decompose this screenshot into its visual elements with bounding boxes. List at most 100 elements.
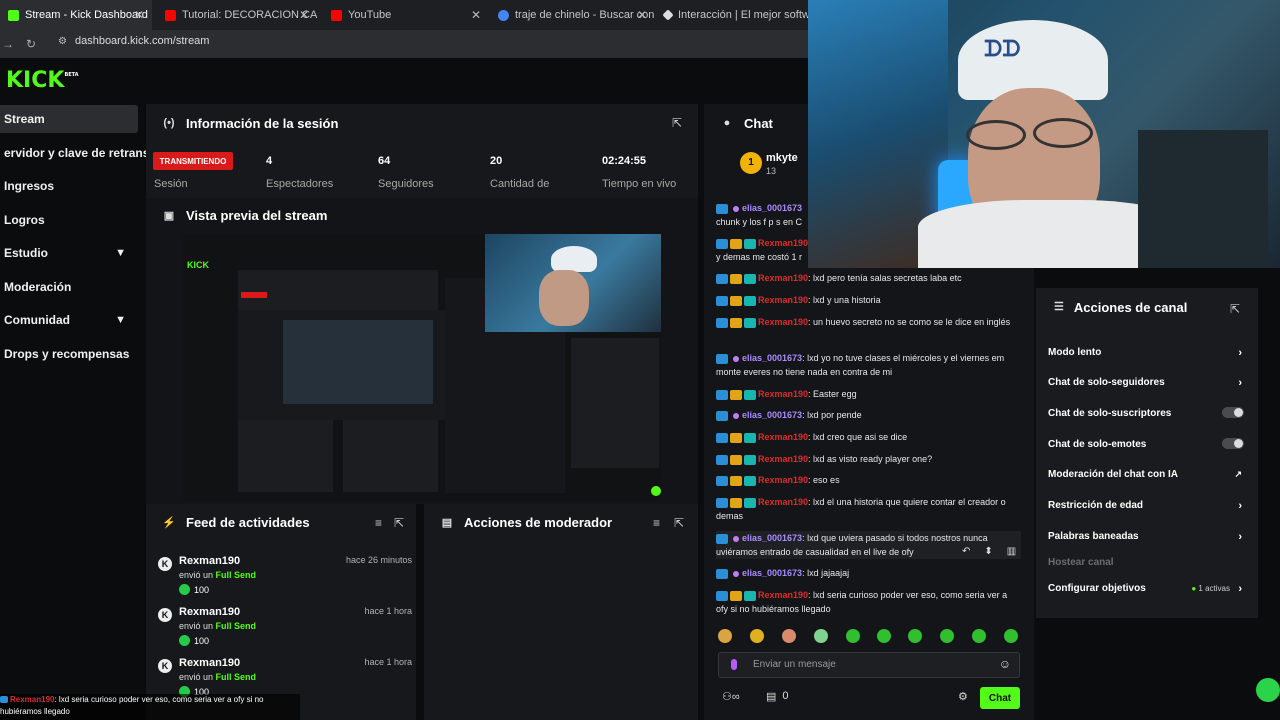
chat-user[interactable]: Rexman190 — [758, 497, 808, 507]
action-slow-mode[interactable]: Modo lento › — [1048, 347, 1248, 359]
nav-label: Drops y recompensas — [4, 347, 130, 361]
emote-icon[interactable] — [972, 629, 986, 643]
filter-icon[interactable]: ≡ — [375, 516, 382, 530]
nav-item-stream[interactable]: Stream — [0, 105, 138, 133]
chat-settings-icon[interactable]: ⚙ — [958, 690, 968, 703]
url-field[interactable]: ⚙ dashboard.kick.com/stream — [58, 35, 209, 47]
preview-actions-column — [571, 338, 659, 468]
youtube-favicon-icon — [331, 9, 342, 21]
chat-user[interactable]: Rexman190 — [758, 454, 808, 464]
kick-favicon-icon — [8, 9, 19, 21]
site-settings-icon[interactable]: ⚙ — [58, 36, 67, 47]
emote-icon[interactable] — [940, 629, 954, 643]
badge-icon — [716, 203, 728, 214]
reload-icon[interactable]: ↻ — [26, 37, 36, 51]
emote-icon[interactable] — [908, 629, 922, 643]
mic-icon[interactable] — [731, 659, 737, 670]
chat-message: elias_0001673: lxd por pende — [716, 408, 1021, 422]
popout-icon[interactable]: ⇱ — [1230, 302, 1240, 316]
session-info-header: (•) Información de la sesión — [146, 104, 698, 142]
browser-tab-strip: Stream - Kick Dashboard ✕ Tutorial: DECO… — [0, 0, 810, 30]
chat-user[interactable]: elias_0001673 — [742, 353, 802, 363]
chat-message: elias_0001673: lxd jajaajaj — [716, 566, 1021, 580]
overlay-user: Rexman190 — [10, 695, 55, 704]
gift-icon: ▤ — [766, 691, 777, 703]
browser-tab[interactable]: Tutorial: DECORACION CASTILL ✕ — [157, 0, 317, 30]
chat-user[interactable]: elias_0001673 — [742, 533, 802, 543]
chat-user[interactable]: Rexman190 — [758, 590, 808, 600]
chat-user[interactable]: Rexman190 — [758, 317, 808, 327]
chat-user[interactable]: elias_0001673 — [742, 410, 802, 420]
pin-icon[interactable]: ⬍ — [984, 545, 992, 559]
gift-name: Full Send — [215, 672, 257, 682]
chat-user[interactable]: Rexman190 — [758, 432, 808, 442]
kick-coin-icon — [179, 635, 190, 646]
stream-preview-video[interactable]: KICK — [183, 234, 661, 502]
close-tab-icon[interactable]: ✕ — [134, 8, 144, 22]
emote-icon[interactable] — [846, 629, 860, 643]
action-age-restriction[interactable]: Restricción de edad › — [1048, 500, 1248, 512]
filter-icon[interactable]: ≡ — [653, 516, 660, 530]
list-icon: ☰ — [1054, 301, 1064, 313]
browser-tab[interactable]: traje de chinelo - Buscar con G ✕ — [490, 0, 655, 30]
forward-arrow-icon[interactable]: → — [2, 37, 14, 51]
popout-icon[interactable]: ⇱ — [674, 516, 684, 530]
close-tab-icon[interactable]: ✕ — [637, 8, 647, 22]
emote-icon[interactable] — [814, 629, 828, 643]
preview-green-dot — [651, 486, 661, 496]
emote-icon[interactable] — [1004, 629, 1018, 643]
nav-item-estudio[interactable]: Estudio ▼ — [0, 239, 138, 267]
popout-icon[interactable]: ⇱ — [394, 516, 404, 530]
action-ai-moderation[interactable]: Moderación del chat con IA ↗ — [1048, 469, 1248, 480]
nav-item-comunidad[interactable]: Comunidad ▼ — [0, 306, 138, 334]
chat-input[interactable]: Enviar un mensaje ☺ — [718, 652, 1020, 678]
subs-label: Cantidad de — [490, 178, 550, 190]
action-followers-only[interactable]: Chat de solo-seguidores › — [1048, 377, 1248, 389]
nav-item-logros[interactable]: Logros — [0, 206, 138, 234]
feed-user[interactable]: Rexman190 — [179, 657, 240, 669]
infinite-icon[interactable]: ⚇∞ — [722, 690, 740, 703]
points-display[interactable]: ▤ 0 — [766, 690, 789, 703]
chat-user[interactable]: Rexman190 — [758, 295, 808, 305]
feed-user[interactable]: Rexman190 — [179, 606, 240, 618]
chat-user[interactable]: Rexman190 — [758, 238, 808, 248]
nav-item-ingresos[interactable]: Ingresos — [0, 172, 138, 200]
tab-title: Stream - Kick Dashboard — [25, 9, 148, 21]
kick-logo[interactable]: KICKBETA — [6, 68, 79, 93]
emote-icon[interactable] — [877, 629, 891, 643]
close-tab-icon[interactable]: ✕ — [471, 8, 481, 22]
delete-icon[interactable]: ▥ — [1007, 545, 1016, 559]
emoji-picker-icon[interactable]: ☺ — [999, 657, 1011, 671]
close-tab-icon[interactable]: ✕ — [299, 8, 309, 22]
chat-user[interactable]: elias_0001673 — [742, 203, 802, 213]
panel-title: Acciones de canal — [1073, 300, 1188, 315]
nav-item-server-key[interactable]: ervidor y clave de retransmisión — [0, 139, 146, 167]
popout-icon[interactable]: ⇱ — [672, 116, 682, 130]
emote-icon[interactable] — [782, 629, 796, 643]
browser-tab[interactable]: YouTube ✕ — [323, 0, 489, 30]
chat-user[interactable]: elias_0001673 — [742, 568, 802, 578]
subscribers-only-toggle[interactable] — [1222, 407, 1244, 418]
feed-action: envió un Full Send — [179, 672, 256, 682]
tab-title: Interacción | El mejor software — [678, 9, 810, 21]
chat-user[interactable]: Rexman190 — [758, 389, 808, 399]
support-chat-icon[interactable] — [1256, 678, 1280, 702]
chat-send-button[interactable]: Chat — [980, 687, 1020, 709]
action-goals[interactable]: Configurar objetivos ● 1 activas › — [1048, 583, 1248, 595]
chat-user[interactable]: Rexman190 — [758, 475, 808, 485]
browser-tab[interactable]: Stream - Kick Dashboard ✕ — [0, 0, 152, 30]
browser-tab[interactable]: Interacción | El mejor software — [656, 0, 810, 30]
chat-message: Rexman190: lxd y una historia — [716, 293, 1021, 307]
emote-icon[interactable] — [750, 629, 764, 643]
pinned-count: 13 — [766, 166, 777, 176]
action-banned-words[interactable]: Palabras baneadas › — [1048, 531, 1248, 543]
reply-icon[interactable]: ↶ — [962, 545, 970, 559]
nav-item-drops[interactable]: Drops y recompensas — [0, 340, 150, 368]
nav-item-moderacion[interactable]: Moderación — [0, 273, 138, 301]
emotes-only-toggle[interactable] — [1222, 438, 1244, 449]
pinned-user[interactable]: mkyte — [766, 152, 798, 164]
emote-icon[interactable] — [718, 629, 732, 643]
chat-user[interactable]: Rexman190 — [758, 273, 808, 283]
preview-nested-webcam — [283, 320, 433, 404]
feed-user[interactable]: Rexman190 — [179, 555, 240, 567]
